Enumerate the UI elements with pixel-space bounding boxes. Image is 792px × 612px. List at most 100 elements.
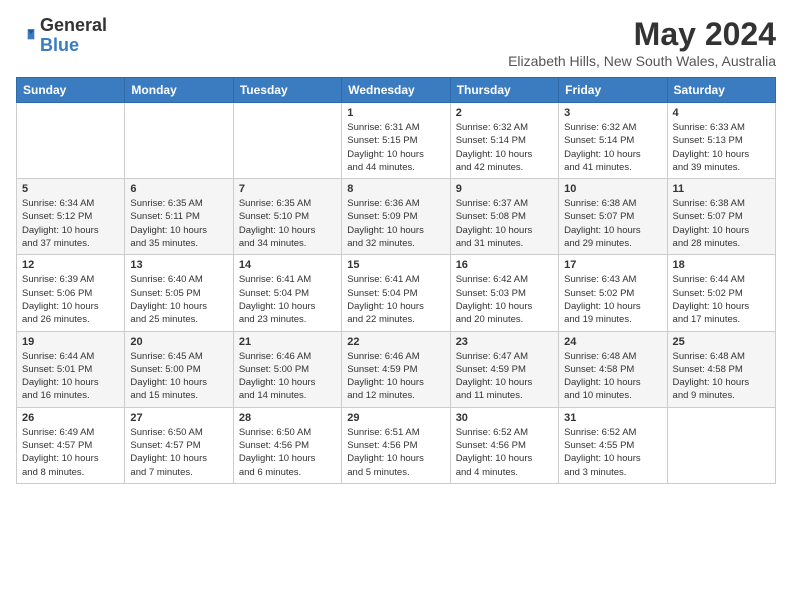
calendar-cell: 4 Sunrise: 6:33 AMSunset: 5:13 PMDaylight… [667, 103, 775, 179]
day-number: 19 [22, 336, 119, 348]
calendar-cell: 7Sunrise: 6:35 AMSunset: 5:10 PMDaylight… [233, 179, 341, 255]
day-info: Sunrise: 6:52 AMSunset: 4:56 PMDaylight:… [456, 426, 553, 479]
day-info: Sunrise: 6:49 AMSunset: 4:57 PMDaylight:… [22, 426, 119, 479]
calendar-cell: 5Sunrise: 6:34 AMSunset: 5:12 PMDaylight… [17, 179, 125, 255]
day-info: Sunrise: 6:36 AMSunset: 5:09 PMDaylight:… [347, 197, 444, 250]
day-info: Sunrise: 6:44 AMSunset: 5:02 PMDaylight:… [673, 273, 770, 326]
day-number: 17 [564, 259, 661, 271]
day-number: 3 [564, 107, 661, 119]
day-info: Sunrise: 6:31 AMSunset: 5:15 PMDaylight:… [347, 121, 444, 174]
calendar-cell: 23Sunrise: 6:47 AMSunset: 4:59 PMDayligh… [450, 331, 558, 407]
title-area: May 2024 Elizabeth Hills, New South Wale… [508, 16, 776, 69]
day-number: 21 [239, 336, 336, 348]
calendar-cell: 22 Sunrise: 6:46 AMSunset: 4:59 PMDayligh… [342, 331, 450, 407]
calendar-cell: 3 Sunrise: 6:32 AMSunset: 5:14 PMDaylight… [559, 103, 667, 179]
day-number: 22 [347, 336, 444, 348]
calendar-header-thursday: Thursday [450, 78, 558, 103]
calendar-cell: 29 Sunrise: 6:51 AMSunset: 4:56 PMDayligh… [342, 407, 450, 483]
calendar-cell [125, 103, 233, 179]
day-info: Sunrise: 6:32 AMSunset: 5:14 PMDaylight:… [564, 121, 661, 174]
day-number: 25 [673, 336, 770, 348]
calendar-header-friday: Friday [559, 78, 667, 103]
calendar-header-wednesday: Wednesday [342, 78, 450, 103]
day-number: 27 [130, 412, 227, 424]
calendar-header-tuesday: Tuesday [233, 78, 341, 103]
calendar-cell: 30 Sunrise: 6:52 AMSunset: 4:56 PMDayligh… [450, 407, 558, 483]
month-title: May 2024 [508, 16, 776, 53]
calendar-cell: 21 Sunrise: 6:46 AMSunset: 5:00 PMDayligh… [233, 331, 341, 407]
day-number: 30 [456, 412, 553, 424]
logo-general-text: General [40, 15, 107, 35]
day-info: Sunrise: 6:35 AMSunset: 5:10 PMDaylight:… [239, 197, 336, 250]
day-info: Sunrise: 6:44 AMSunset: 5:01 PMDaylight:… [22, 350, 119, 403]
day-info: Sunrise: 6:43 AMSunset: 5:02 PMDaylight:… [564, 273, 661, 326]
day-number: 20 [130, 336, 227, 348]
calendar-cell: 20 Sunrise: 6:45 AMSunset: 5:00 PMDayligh… [125, 331, 233, 407]
day-number: 13 [130, 259, 227, 271]
day-number: 4 [673, 107, 770, 119]
calendar-cell: 28 Sunrise: 6:50 AMSunset: 4:56 PMDayligh… [233, 407, 341, 483]
calendar-table: SundayMondayTuesdayWednesdayThursdayFrid… [16, 77, 776, 484]
day-info: Sunrise: 6:52 AMSunset: 4:55 PMDaylight:… [564, 426, 661, 479]
calendar-cell: 12 Sunrise: 6:39 AMSunset: 5:06 PMDayligh… [17, 255, 125, 331]
day-number: 31 [564, 412, 661, 424]
day-info: Sunrise: 6:41 AMSunset: 5:04 PMDaylight:… [347, 273, 444, 326]
calendar-cell: 9Sunrise: 6:37 AMSunset: 5:08 PMDaylight… [450, 179, 558, 255]
day-number: 8 [347, 183, 444, 195]
day-info: Sunrise: 6:45 AMSunset: 5:00 PMDaylight:… [130, 350, 227, 403]
day-number: 26 [22, 412, 119, 424]
day-number: 6 [130, 183, 227, 195]
logo: General Blue [16, 16, 107, 56]
calendar-cell: 6 Sunrise: 6:35 AMSunset: 5:11 PMDaylight… [125, 179, 233, 255]
calendar-header-sunday: Sunday [17, 78, 125, 103]
calendar-cell [17, 103, 125, 179]
day-info: Sunrise: 6:38 AMSunset: 5:07 PMDaylight:… [564, 197, 661, 250]
day-number: 1 [347, 107, 444, 119]
calendar-cell: 10Sunrise: 6:38 AMSunset: 5:07 PMDayligh… [559, 179, 667, 255]
day-info: Sunrise: 6:32 AMSunset: 5:14 PMDaylight:… [456, 121, 553, 174]
day-info: Sunrise: 6:40 AMSunset: 5:05 PMDaylight:… [130, 273, 227, 326]
calendar-cell: 31 Sunrise: 6:52 AMSunset: 4:55 PMDayligh… [559, 407, 667, 483]
day-info: Sunrise: 6:46 AMSunset: 5:00 PMDaylight:… [239, 350, 336, 403]
calendar-cell: 27 Sunrise: 6:50 AMSunset: 4:57 PMDayligh… [125, 407, 233, 483]
day-info: Sunrise: 6:34 AMSunset: 5:12 PMDaylight:… [22, 197, 119, 250]
day-number: 12 [22, 259, 119, 271]
day-info: Sunrise: 6:33 AMSunset: 5:13 PMDaylight:… [673, 121, 770, 174]
calendar-week-row: 1 Sunrise: 6:31 AMSunset: 5:15 PMDaylight… [17, 103, 776, 179]
calendar-cell: 15 Sunrise: 6:41 AMSunset: 5:04 PMDayligh… [342, 255, 450, 331]
day-number: 29 [347, 412, 444, 424]
day-number: 11 [673, 183, 770, 195]
calendar-cell: 26 Sunrise: 6:49 AMSunset: 4:57 PMDayligh… [17, 407, 125, 483]
day-info: Sunrise: 6:39 AMSunset: 5:06 PMDaylight:… [22, 273, 119, 326]
calendar-cell [667, 407, 775, 483]
calendar-cell: 19 Sunrise: 6:44 AMSunset: 5:01 PMDayligh… [17, 331, 125, 407]
calendar-cell: 25Sunrise: 6:48 AMSunset: 4:58 PMDayligh… [667, 331, 775, 407]
day-number: 23 [456, 336, 553, 348]
calendar-cell: 24 Sunrise: 6:48 AMSunset: 4:58 PMDayligh… [559, 331, 667, 407]
day-info: Sunrise: 6:42 AMSunset: 5:03 PMDaylight:… [456, 273, 553, 326]
calendar-week-row: 5Sunrise: 6:34 AMSunset: 5:12 PMDaylight… [17, 179, 776, 255]
day-info: Sunrise: 6:51 AMSunset: 4:56 PMDaylight:… [347, 426, 444, 479]
day-info: Sunrise: 6:38 AMSunset: 5:07 PMDaylight:… [673, 197, 770, 250]
calendar-header-monday: Monday [125, 78, 233, 103]
day-number: 15 [347, 259, 444, 271]
day-info: Sunrise: 6:35 AMSunset: 5:11 PMDaylight:… [130, 197, 227, 250]
calendar-week-row: 26 Sunrise: 6:49 AMSunset: 4:57 PMDayligh… [17, 407, 776, 483]
day-number: 28 [239, 412, 336, 424]
calendar-cell [233, 103, 341, 179]
calendar-cell: 17 Sunrise: 6:43 AMSunset: 5:02 PMDayligh… [559, 255, 667, 331]
day-number: 9 [456, 183, 553, 195]
calendar-week-row: 19 Sunrise: 6:44 AMSunset: 5:01 PMDayligh… [17, 331, 776, 407]
day-number: 24 [564, 336, 661, 348]
day-number: 16 [456, 259, 553, 271]
calendar-cell: 8 Sunrise: 6:36 AMSunset: 5:09 PMDaylight… [342, 179, 450, 255]
day-info: Sunrise: 6:41 AMSunset: 5:04 PMDaylight:… [239, 273, 336, 326]
calendar-cell: 18Sunrise: 6:44 AMSunset: 5:02 PMDayligh… [667, 255, 775, 331]
logo-icon [16, 26, 36, 46]
location-title: Elizabeth Hills, New South Wales, Austra… [508, 53, 776, 69]
day-info: Sunrise: 6:48 AMSunset: 4:58 PMDaylight:… [564, 350, 661, 403]
day-info: Sunrise: 6:50 AMSunset: 4:56 PMDaylight:… [239, 426, 336, 479]
day-info: Sunrise: 6:50 AMSunset: 4:57 PMDaylight:… [130, 426, 227, 479]
day-info: Sunrise: 6:46 AMSunset: 4:59 PMDaylight:… [347, 350, 444, 403]
calendar-header-row: SundayMondayTuesdayWednesdayThursdayFrid… [17, 78, 776, 103]
